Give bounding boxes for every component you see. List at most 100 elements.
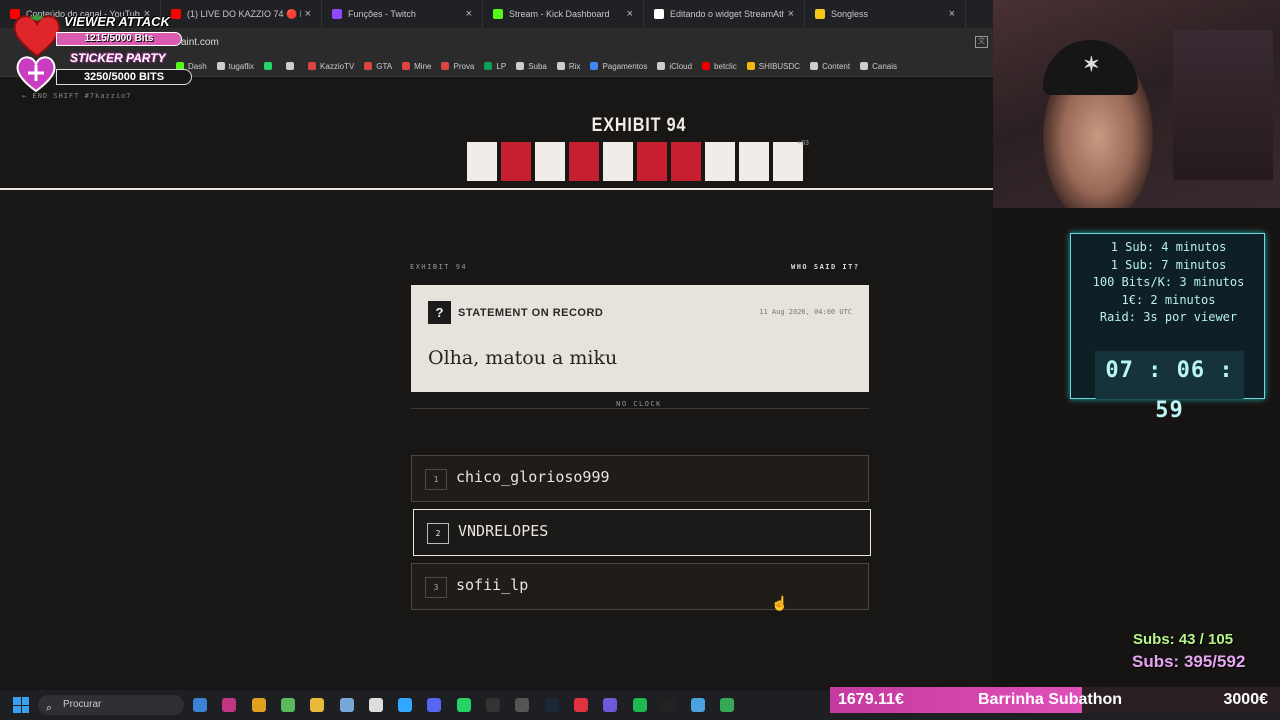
bookmark-item[interactable] xyxy=(286,62,298,70)
browser-tab[interactable]: Editando o widget StreamAth × xyxy=(644,0,805,28)
tab-close-icon[interactable]: × xyxy=(305,8,311,20)
kick-icon xyxy=(493,9,503,19)
statement-date: 11 Aug 2026, 04:00 UTC xyxy=(759,308,852,316)
bookmark-item[interactable]: Prova xyxy=(441,62,474,71)
discord-icon[interactable] xyxy=(427,698,442,712)
streamathon-icon xyxy=(654,9,664,19)
widgets-icon[interactable] xyxy=(193,698,207,712)
answer-option-selected[interactable]: 2 VNDRELOPES xyxy=(413,509,871,556)
answer-option[interactable]: 1 chico_glorioso999 xyxy=(411,455,869,502)
bookmark-item[interactable] xyxy=(264,62,276,70)
grid-app-icon[interactable] xyxy=(603,698,618,712)
bookmark-item[interactable]: iCloud xyxy=(657,62,692,71)
tab-close-icon[interactable]: × xyxy=(466,8,472,20)
bookmark-label: tugaflix xyxy=(228,61,255,71)
bookmark-item[interactable]: Mine xyxy=(402,62,431,71)
history-square xyxy=(535,142,565,181)
subathon-timer-widget: 07 : 06 : 59 1 Sub: 4 minutos 1 Sub: 7 mi… xyxy=(1070,233,1265,423)
chrome-icon[interactable] xyxy=(251,698,266,712)
photoshop-icon[interactable] xyxy=(398,698,413,712)
bookmark-label: Dash xyxy=(188,61,207,71)
steam-icon[interactable] xyxy=(544,698,559,712)
obs-icon[interactable] xyxy=(515,698,530,712)
clock-divider xyxy=(411,408,869,409)
drive-icon[interactable] xyxy=(720,698,735,712)
bookmark-item[interactable]: tugaflix xyxy=(216,61,255,71)
bookmark-icon xyxy=(216,62,225,70)
browser-tab[interactable]: Songless × xyxy=(805,0,966,28)
whatsapp-icon[interactable] xyxy=(456,698,471,712)
notepad-icon[interactable] xyxy=(691,698,706,712)
bookmark-item[interactable]: Canais xyxy=(860,62,897,71)
tab-label: Editando o widget StreamAth xyxy=(670,9,784,19)
calculator-icon[interactable] xyxy=(339,698,354,712)
bookmark-item[interactable]: Content xyxy=(810,62,850,71)
option-number: 2 xyxy=(427,523,449,544)
taskbar-search[interactable]: ⌕ Procurar xyxy=(38,695,184,715)
timer-rule: Raid: 3s por viewer xyxy=(1099,310,1238,324)
capcut-icon[interactable] xyxy=(368,698,383,712)
tab-label: Stream - Kick Dashboard xyxy=(509,9,610,19)
bookmark-label: iCloud xyxy=(669,61,693,71)
sticker-party-title: STICKER PARTY xyxy=(70,51,166,65)
ccleaner-icon[interactable] xyxy=(280,698,295,712)
bookmark-icon xyxy=(402,62,411,70)
statement-label: STATEMENT ON RECORD xyxy=(458,307,604,319)
history-squares xyxy=(467,142,803,181)
bookmark-icon xyxy=(702,62,711,70)
opera-gx-icon[interactable] xyxy=(573,698,588,712)
bookmark-item[interactable]: GTA xyxy=(364,62,392,71)
browser-tab[interactable]: (1) LIVE DO KAZZIO 74 🔴 FU × xyxy=(161,0,322,28)
timer-rule: 100 Bits/K: 3 minutos xyxy=(1092,275,1245,289)
tab-close-icon[interactable]: × xyxy=(949,8,955,20)
bookmark-icon xyxy=(860,62,869,70)
end-shift-link[interactable]: ← END SHIFT #7kazzio7 xyxy=(22,92,132,100)
bookmark-item[interactable]: betclic xyxy=(702,62,737,71)
bookmark-icon xyxy=(308,62,317,70)
capcut-alt-icon[interactable] xyxy=(661,698,676,712)
answer-option[interactable]: 3 sofii_lp xyxy=(411,563,869,610)
youtube-icon xyxy=(171,9,181,19)
bookmark-icon xyxy=(590,62,599,70)
bookmark-item[interactable]: SHIBUSDC xyxy=(746,62,800,71)
browser-tab[interactable]: Funções - Twitch × xyxy=(322,0,483,28)
option-name: chico_glorioso999 xyxy=(456,468,610,486)
tab-close-icon[interactable]: × xyxy=(788,8,794,20)
timer-countdown: 07 : 06 : 59 xyxy=(1095,351,1244,423)
subathon-label: Barrinha Subathon xyxy=(978,691,1123,708)
bookmark-icon xyxy=(657,62,666,70)
bookmark-item[interactable]: Rix xyxy=(556,62,580,71)
tab-label: (1) LIVE DO KAZZIO 74 🔴 FU xyxy=(187,8,301,19)
translate-icon[interactable]: 文 xyxy=(975,36,988,48)
bookmark-icon xyxy=(556,62,565,70)
statement-quote: Olha, matou a miku xyxy=(428,347,618,369)
bookmark-label: GTA xyxy=(376,61,393,71)
viewer-attack-title: VIEWER ATTACK xyxy=(64,14,170,29)
sticker-party-progress: 3250/5000 BITS xyxy=(56,69,192,85)
webcam-background-shelf xyxy=(1173,30,1273,180)
history-more-count: +83 xyxy=(797,140,809,147)
option-name: VNDRELOPES xyxy=(458,522,549,540)
bookmark-icon xyxy=(516,62,525,70)
windows-start-icon[interactable] xyxy=(13,697,29,713)
bookmark-item[interactable]: KazzioTV xyxy=(308,62,354,71)
instagram-icon[interactable] xyxy=(222,698,237,712)
epic-games-icon[interactable] xyxy=(486,698,500,712)
browser-tab[interactable]: Stream - Kick Dashboard × xyxy=(483,0,644,28)
spotify-icon[interactable] xyxy=(632,698,647,712)
option-number: 1 xyxy=(425,469,447,490)
bookmark-item[interactable]: Pagamentos xyxy=(590,62,647,71)
url-text[interactable]: aint.com xyxy=(181,37,219,48)
file-explorer-icon[interactable] xyxy=(310,698,325,712)
option-name: sofii_lp xyxy=(456,576,529,594)
bookmark-label: betclic xyxy=(714,61,737,71)
sticker-heart-icon xyxy=(16,56,56,93)
game-page: ← END SHIFT #7kazzio7 EXHIBIT 94 +83 EXH… xyxy=(0,77,993,690)
bookmark-item[interactable]: Suba xyxy=(516,62,547,71)
tab-close-icon[interactable]: × xyxy=(627,8,633,20)
bookmark-item[interactable]: LP xyxy=(484,62,506,71)
statement-card: ? STATEMENT ON RECORD 11 Aug 2026, 04:00… xyxy=(411,285,869,392)
history-square xyxy=(637,142,667,181)
bookmark-label: Prova xyxy=(453,61,475,71)
bookmark-icon xyxy=(810,62,819,70)
